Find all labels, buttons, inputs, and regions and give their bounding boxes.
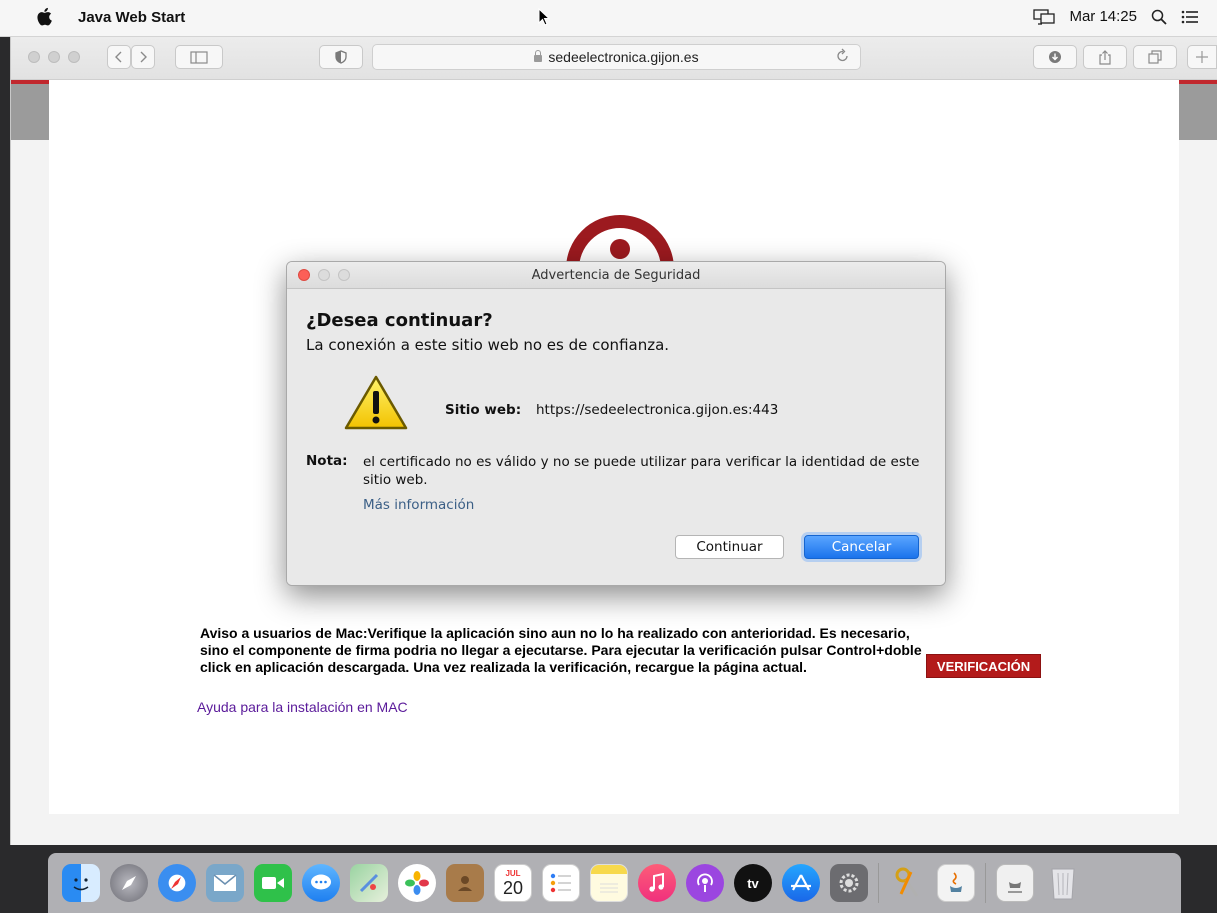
system-preferences-icon[interactable] bbox=[830, 864, 868, 902]
dock-separator bbox=[878, 863, 879, 903]
clock[interactable]: Mar 14:25 bbox=[1069, 8, 1137, 25]
music-icon[interactable] bbox=[638, 864, 676, 902]
java-icon[interactable] bbox=[937, 864, 975, 902]
page-side-band-left bbox=[11, 80, 49, 140]
share-button[interactable] bbox=[1083, 45, 1127, 69]
site-label: Sitio web: bbox=[445, 402, 522, 418]
plus-icon bbox=[1196, 51, 1208, 63]
dock-separator bbox=[985, 863, 986, 903]
dialog-question: ¿Desea continuar? bbox=[306, 310, 493, 331]
apple-tv-icon[interactable]: tv bbox=[734, 864, 772, 902]
contacts-icon[interactable] bbox=[446, 864, 484, 902]
tab-overview-button[interactable] bbox=[1133, 45, 1177, 69]
dialog-close-button[interactable] bbox=[298, 269, 310, 281]
shield-icon bbox=[335, 50, 347, 64]
mail-icon[interactable] bbox=[206, 864, 244, 902]
calendar-day: 20 bbox=[502, 877, 524, 898]
notification-center-icon[interactable] bbox=[1181, 10, 1199, 24]
site-url: https://sedeelectronica.gijon.es:443 bbox=[536, 402, 779, 418]
note-text: el certificado no es válido y no se pued… bbox=[363, 454, 920, 488]
reminders-icon[interactable] bbox=[542, 864, 580, 902]
messages-icon[interactable] bbox=[302, 864, 340, 902]
share-icon bbox=[1099, 49, 1111, 65]
zoom-window-button[interactable] bbox=[68, 51, 80, 63]
verification-button[interactable]: VERIFICACIÓN bbox=[926, 654, 1041, 678]
close-window-button[interactable] bbox=[28, 51, 40, 63]
calendar-month: JUL bbox=[505, 868, 521, 878]
keychain-access-icon[interactable] bbox=[889, 864, 927, 902]
note-label: Nota: bbox=[306, 453, 348, 469]
chevron-left-icon bbox=[115, 51, 122, 63]
dialog-subtitle: La conexión a este sitio web no es de co… bbox=[306, 336, 670, 354]
photos-icon[interactable] bbox=[398, 864, 436, 902]
jnlp-document-icon[interactable] bbox=[996, 864, 1034, 902]
lock-icon bbox=[534, 49, 543, 62]
notes-icon[interactable] bbox=[590, 864, 628, 902]
download-icon bbox=[1049, 51, 1061, 63]
back-button[interactable] bbox=[107, 45, 131, 69]
finder-icon[interactable] bbox=[62, 864, 100, 902]
app-store-icon[interactable] bbox=[782, 864, 820, 902]
header-accent-right bbox=[1179, 80, 1217, 84]
forward-button[interactable] bbox=[131, 45, 155, 69]
tv-label: tv bbox=[747, 875, 759, 891]
launchpad-icon[interactable] bbox=[110, 864, 148, 902]
minimize-window-button[interactable] bbox=[48, 51, 60, 63]
podcasts-icon[interactable] bbox=[686, 864, 724, 902]
reload-icon[interactable] bbox=[836, 48, 850, 64]
calendar-icon[interactable]: JUL 20 bbox=[494, 864, 532, 902]
browser-toolbar: sedeelectronica.gijon.es bbox=[11, 37, 1217, 80]
warning-icon bbox=[344, 375, 408, 430]
mac-user-notice: Aviso a usuarios de Mac:Verifique la apl… bbox=[200, 625, 922, 675]
tabs-icon bbox=[1148, 50, 1162, 64]
cancel-button[interactable]: Cancelar bbox=[804, 535, 919, 559]
continue-button[interactable]: Continuar bbox=[675, 535, 784, 559]
address-bar[interactable]: sedeelectronica.gijon.es bbox=[372, 44, 861, 70]
more-info-link[interactable]: Más información bbox=[363, 497, 474, 513]
maps-icon[interactable] bbox=[350, 864, 388, 902]
header-accent-left bbox=[11, 80, 49, 84]
apple-menu-icon[interactable] bbox=[36, 7, 52, 26]
trash-icon[interactable] bbox=[1044, 864, 1082, 902]
spotlight-search-icon[interactable] bbox=[1151, 9, 1167, 25]
dock: JUL 20 tv bbox=[48, 853, 1181, 913]
loading-logo-dot bbox=[610, 239, 630, 259]
privacy-report-button[interactable] bbox=[319, 45, 363, 69]
dialog-title: Advertencia de Seguridad bbox=[531, 267, 701, 283]
mac-install-help-link[interactable]: Ayuda para la instalación en MAC bbox=[197, 699, 408, 715]
chevron-right-icon bbox=[140, 51, 147, 63]
dialog-zoom-button[interactable] bbox=[338, 269, 350, 281]
dialog-titlebar: Advertencia de Seguridad bbox=[287, 262, 945, 289]
downloads-button[interactable] bbox=[1033, 45, 1077, 69]
sidebar-icon bbox=[190, 50, 208, 64]
security-warning-dialog: Advertencia de Seguridad ¿Desea continua… bbox=[286, 261, 946, 586]
page-side-band-right bbox=[1179, 80, 1217, 140]
url-text: sedeelectronica.gijon.es bbox=[548, 49, 699, 65]
airplay-display-icon[interactable] bbox=[1033, 8, 1056, 25]
facetime-icon[interactable] bbox=[254, 864, 292, 902]
dialog-minimize-button[interactable] bbox=[318, 269, 330, 281]
mouse-cursor-icon bbox=[538, 8, 551, 26]
safari-icon[interactable] bbox=[158, 864, 196, 902]
dialog-body: ¿Desea continuar? La conexión a este sit… bbox=[287, 289, 945, 585]
sidebar-button[interactable] bbox=[175, 45, 223, 69]
app-menu-title[interactable]: Java Web Start bbox=[78, 9, 185, 26]
menu-bar: Java Web Start Mar 14:25 bbox=[0, 0, 1217, 37]
new-tab-button[interactable] bbox=[1187, 45, 1217, 69]
